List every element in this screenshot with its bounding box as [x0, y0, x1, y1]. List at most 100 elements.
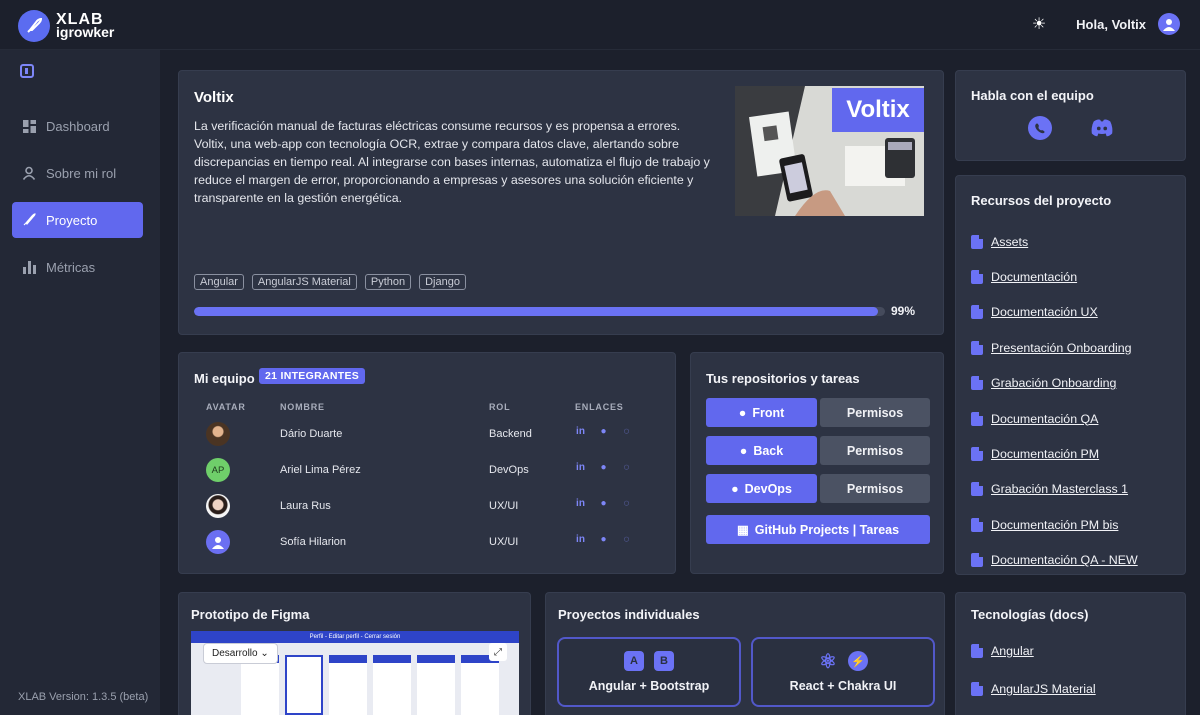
list-item[interactable]: Angular	[971, 632, 1096, 670]
devops-repo-button[interactable]: ● DevOps	[706, 474, 817, 503]
sidebar-item-metricas[interactable]: Métricas	[12, 249, 143, 285]
technologies-title: Tecnologías (docs)	[971, 607, 1089, 622]
collapse-sidebar-icon[interactable]	[20, 64, 34, 78]
figma-page-dropdown[interactable]: Desarrollo ⌄	[203, 643, 278, 664]
sidebar-item-label: Métricas	[46, 259, 96, 275]
sidebar-item-dashboard[interactable]: Dashboard	[12, 108, 143, 144]
list-item[interactable]: Documentación	[971, 259, 1138, 294]
list-item[interactable]: AngularJS Material	[971, 670, 1096, 708]
resource-link[interactable]: Documentación QA	[991, 412, 1098, 426]
angular-bootstrap-project[interactable]: A B Angular + Bootstrap	[557, 637, 741, 707]
list-item[interactable]: Presentación Onboarding	[971, 330, 1138, 365]
list-item[interactable]: Grabación Masterclass 1	[971, 472, 1138, 507]
linkedin-icon[interactable]: in	[575, 462, 586, 473]
list-item[interactable]: Grabación Onboarding	[971, 366, 1138, 401]
button-label: Front	[752, 405, 785, 420]
resource-link[interactable]: Documentación PM	[991, 447, 1099, 461]
expand-icon[interactable]: ⤢	[489, 643, 507, 661]
member-role: DevOps	[489, 464, 529, 476]
resource-link[interactable]: Documentación QA - NEW	[991, 553, 1138, 567]
list-item[interactable]: Assets	[971, 224, 1138, 259]
github-icon[interactable]: ●	[598, 498, 609, 509]
file-icon	[971, 411, 983, 426]
member-role: UX/UI	[489, 536, 519, 548]
avatar	[206, 494, 230, 518]
tech-link[interactable]: AngularJS Material	[991, 682, 1096, 696]
linkedin-icon[interactable]: in	[575, 426, 586, 437]
linkedin-icon[interactable]: in	[575, 498, 586, 509]
user-avatar-icon[interactable]	[1158, 13, 1180, 35]
sidebar-item-label: Proyecto	[46, 212, 98, 228]
dropdown-label: Desarrollo	[212, 648, 258, 659]
back-permissions-button[interactable]: Permisos	[820, 436, 930, 465]
chevron-down-icon: ⌄	[260, 648, 269, 659]
whatsapp-icon[interactable]: ◌	[621, 426, 632, 437]
logo[interactable]: XLAB igrowker	[18, 10, 114, 42]
github-icon[interactable]: ●	[598, 426, 609, 437]
greeting: Hola, Voltix	[1076, 16, 1146, 32]
resource-link[interactable]: Presentación Onboarding	[991, 341, 1132, 355]
team-card: Mi equipo 21 INTEGRANTES AVATAR NOMBRE R…	[178, 352, 676, 574]
table-row: Sofía Hilarion UX/UI in ● ◌	[179, 530, 677, 566]
whatsapp-icon[interactable]	[1028, 116, 1052, 140]
github-icon[interactable]: ●	[598, 534, 609, 545]
react-chakra-project[interactable]: ⚛ ⚡ React + Chakra UI	[751, 637, 935, 707]
list-item[interactable]: Documentación QA - NEW	[971, 543, 1138, 578]
project-card: Voltix La verificación manual de factura…	[178, 70, 944, 335]
resource-link[interactable]: Documentación	[991, 270, 1077, 284]
progress-label: 99%	[891, 304, 916, 318]
devops-permissions-button[interactable]: Permisos	[820, 474, 930, 503]
front-repo-button[interactable]: ● Front	[706, 398, 817, 427]
table-icon: ▦	[736, 523, 749, 537]
tag: Python	[364, 274, 412, 290]
github-icon: ●	[739, 443, 748, 458]
technologies-card: Tecnologías (docs) Angular AngularJS Mat…	[955, 592, 1186, 715]
figma-card: Prototipo de Figma Perfil - Editar perfi…	[178, 592, 531, 715]
list-item[interactable]: Documentación QA	[971, 401, 1138, 436]
column-header-role: ROL	[489, 402, 511, 412]
member-name: Ariel Lima Pérez	[280, 464, 361, 476]
project-label: Angular + Bootstrap	[588, 679, 710, 693]
tech-link[interactable]: Angular	[991, 644, 1034, 658]
whatsapp-icon[interactable]: ◌	[621, 462, 632, 473]
github-projects-button[interactable]: ▦ GitHub Projects | Tareas	[706, 515, 930, 544]
member-name: Laura Rus	[280, 500, 331, 512]
whatsapp-icon[interactable]: ◌	[621, 498, 632, 509]
repos-title: Tus repositorios y tareas	[706, 371, 860, 386]
front-permissions-button[interactable]: Permisos	[820, 398, 930, 427]
sidebar-item-sobre-mi-rol[interactable]: Sobre mi rol	[12, 155, 143, 191]
file-icon	[971, 340, 983, 355]
resource-link[interactable]: Documentación PM bis	[991, 518, 1118, 532]
file-icon	[971, 644, 983, 658]
resource-link[interactable]: Assets	[991, 235, 1028, 249]
react-icon: ⚛	[819, 650, 837, 673]
list-item[interactable]: Documentación PM bis	[971, 507, 1138, 542]
chakra-icon: ⚡	[848, 651, 868, 671]
back-repo-button[interactable]: ● Back	[706, 436, 817, 465]
file-icon	[971, 270, 983, 285]
whatsapp-icon[interactable]: ◌	[621, 534, 632, 545]
button-label: Back	[753, 443, 784, 458]
avatar: AP	[206, 458, 230, 482]
logo-text-igrowker: igrowker	[56, 24, 115, 40]
button-label: Permisos	[846, 481, 904, 496]
resource-link[interactable]: Grabación Masterclass 1	[991, 482, 1128, 496]
member-name: Sofía Hilarion	[280, 536, 347, 548]
sidebar-item-proyecto[interactable]: Proyecto	[12, 202, 143, 238]
rocket-icon	[22, 213, 36, 227]
list-item[interactable]: Documentación PM	[971, 436, 1138, 471]
table-row: Dário Duarte Backend in ● ◌	[179, 422, 677, 458]
figma-embed[interactable]: Perfil - Editar perfil - Cerrar sesión D…	[191, 631, 519, 715]
github-icon[interactable]: ●	[598, 462, 609, 473]
sidebar-item-label: Dashboard	[46, 118, 110, 134]
progress-bar	[194, 307, 885, 316]
theme-toggle-sun-icon[interactable]: ☀	[1032, 14, 1046, 34]
button-label: DevOps	[744, 481, 792, 496]
list-item[interactable]: Documentación UX	[971, 295, 1138, 330]
resource-link[interactable]: Documentación UX	[991, 305, 1098, 319]
column-header-links: ENLACES	[575, 402, 624, 412]
linkedin-icon[interactable]: in	[575, 534, 586, 545]
table-row: Laura Rus UX/UI in ● ◌	[179, 494, 677, 530]
discord-icon[interactable]	[1090, 116, 1114, 140]
resource-link[interactable]: Grabación Onboarding	[991, 376, 1116, 390]
